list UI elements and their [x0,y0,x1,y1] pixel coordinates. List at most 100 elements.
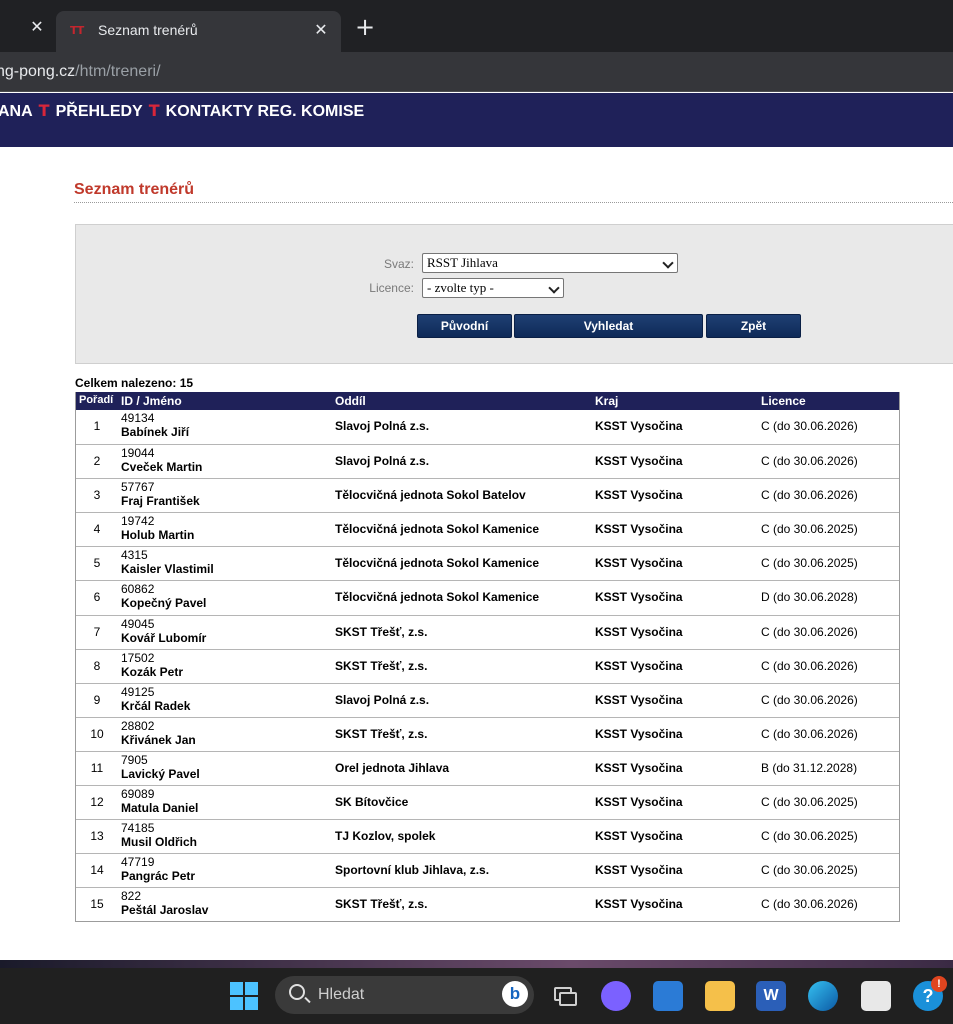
table-row: 3 57767 Fraj František Tělocvičná jednota S… [76,478,899,512]
widgets-icon[interactable] [653,981,683,1011]
chevron-down-icon [662,257,674,269]
row-licence: C (do 30.06.2026) [761,692,858,707]
row-club: Slavoj Polná z.s. [335,454,430,469]
search-icon [289,984,305,1000]
row-licence: C (do 30.06.2026) [761,488,858,503]
row-number: 6 [93,590,101,605]
row-licence: C (do 30.06.2025) [761,556,858,571]
notification-badge: ! [931,976,947,992]
url-path: /htm/treneri/ [75,63,161,80]
row-number: 12 [90,795,104,810]
close-previous-tab-icon[interactable]: ✕ [28,18,46,36]
row-kraj: KSST Vysočina [595,897,683,912]
row-licence: C (do 30.06.2026) [761,454,858,469]
table-row: 6 60862 Kopečný Pavel Tělocvičná jednota So… [76,580,899,614]
bing-icon[interactable]: b [502,981,528,1007]
table-row: 5 4315 Kaisler Vlastimil Tělocvičná jednota… [76,546,899,580]
row-id: 822 [121,889,142,904]
address-bar[interactable]: ng-pong.cz/htm/treneri/ [0,52,953,92]
svaz-label: Svaz: [383,257,414,271]
vyhledat-button[interactable]: Vyhledat [514,314,703,338]
nav-item-ana[interactable]: ANA [0,103,33,120]
licence-select[interactable]: - zvolte typ - [422,278,564,298]
row-number: 2 [93,454,101,469]
row-club: Tělocvičná jednota Sokol Kamenice [335,590,540,605]
tab-seznam-treneru[interactable]: TT Seznam trenérů ✕ [56,11,341,52]
row-licence: C (do 30.06.2026) [761,419,858,433]
row-licence: D (do 30.06.2028) [761,590,858,605]
nav-item-kontakty[interactable]: KONTAKTY REG. KOMISE [166,103,365,120]
table-row: 8 17502 Kozák Petr SKST Třešť, z.s. KSST Vys… [76,648,899,683]
row-number: 7 [93,624,101,639]
row-number: 1 [93,419,101,433]
row-id: 19742 [121,514,155,529]
row-name: Krčál Radek [121,698,191,713]
row-kraj: KSST Vysočina [595,726,683,741]
row-kraj: KSST Vysočina [595,522,683,537]
row-kraj: KSST Vysočina [595,624,683,639]
new-tab-icon[interactable]: + [354,15,376,39]
row-name: Kopečný Pavel [121,596,207,611]
table-row: 11 7905 Lavický Pavel Orel jednota Jihlava K… [76,750,899,785]
row-kraj: KSST Vysočina [595,556,683,571]
licence-label: Licence: [369,281,414,295]
licence-select-value: - zvolte typ - [427,280,494,295]
puvodni-button[interactable]: Původní [417,314,512,338]
table-row: 1 49134 Babínek Jiří Slavoj Polná z.s. KSST … [76,410,899,444]
row-id: 49134 [121,411,155,425]
table-row: 14 47719 Pangrác Petr Sportovní klub Jihlav… [76,853,899,887]
results-count: Celkem nalezeno: 15 [75,376,194,390]
row-number: 5 [93,556,101,571]
row-kraj: KSST Vysočina [595,795,683,810]
table-header: Pořadí ID / Jméno Oddíl Kraj Licence [76,392,899,410]
word-icon[interactable]: W [756,981,786,1011]
row-licence: C (do 30.06.2026) [761,624,858,639]
chat-icon[interactable] [601,981,631,1011]
row-id: 49125 [121,684,155,699]
header-kraj: Kraj [595,394,619,408]
taskbar-search-text: Hledat [318,986,365,1003]
table-row: 4 19742 Holub Martin Tělocvičná jednota Sok… [76,512,899,546]
table-row: 13 74185 Musil Oldřich TJ Kozlov, spolek KSS… [76,819,899,853]
nav-item-prehledy[interactable]: PŘEHLEDY [56,103,143,120]
header-licence: Licence [761,394,806,408]
table-row: 12 69089 Matula Daniel SK Bítovčice KSST Vys… [76,785,899,819]
url-text[interactable]: ng-pong.cz/htm/treneri/ [0,63,161,81]
store-icon[interactable] [861,981,891,1011]
row-name: Matula Daniel [121,801,199,816]
task-view-icon[interactable] [550,981,580,1011]
close-tab-icon[interactable]: ✕ [312,21,330,39]
svaz-select[interactable]: RSST Jihlava [422,253,678,273]
row-id: 57767 [121,480,155,495]
row-licence: C (do 30.06.2025) [761,863,858,878]
filter-form: Svaz: RSST Jihlava Licence: - zvolte typ… [75,224,953,364]
title-divider [74,202,953,203]
table-row: 2 19044 Cveček Martin Slavoj Polná z.s. KSST… [76,444,899,478]
row-id: 4315 [121,548,148,563]
row-number: 9 [93,692,101,707]
row-kraj: KSST Vysočina [595,590,683,605]
header-id-jmeno: ID / Jméno [121,394,182,408]
row-name: Babínek Jiří [121,425,190,439]
row-id: 7905 [121,752,148,767]
file-explorer-icon[interactable] [705,981,735,1011]
row-licence: C (do 30.06.2026) [761,658,858,673]
row-id: 28802 [121,718,155,733]
row-kraj: KSST Vysočina [595,863,683,878]
table-row: 7 49045 Kovář Lubomír SKST Třešť, z.s. KSST … [76,614,899,649]
row-name: Kozák Petr [121,664,184,679]
taskbar-search[interactable]: Hledat b [275,976,534,1014]
edge-icon[interactable] [808,981,838,1011]
row-id: 19044 [121,446,155,461]
row-club: TJ Kozlov, spolek [335,829,436,844]
windows-start-icon[interactable] [229,981,259,1011]
row-number: 3 [93,488,101,503]
row-club: Tělocvičná jednota Sokol Batelov [335,488,526,503]
row-licence: C (do 30.06.2025) [761,795,858,810]
zpet-button[interactable]: Zpět [706,314,801,338]
row-club: SKST Třešť, z.s. [335,726,428,741]
url-host: ng-pong.cz [0,63,76,80]
row-kraj: KSST Vysočina [595,658,683,673]
row-name: Holub Martin [121,528,195,543]
row-number: 10 [90,726,104,741]
